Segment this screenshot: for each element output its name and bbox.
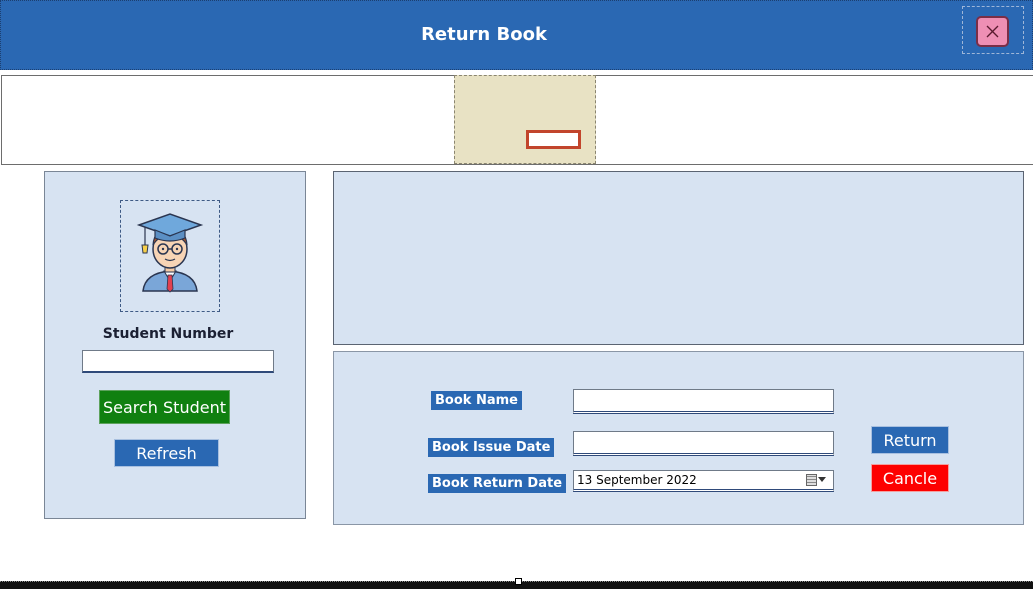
- book-return-date-label: Book Return Date: [428, 474, 567, 493]
- return-date-value: 13 September 2022: [577, 473, 697, 487]
- student-number-label: Student Number: [102, 326, 234, 342]
- book-name-label: Book Name: [431, 391, 522, 410]
- book-return-date-picker[interactable]: 13 September 2022: [573, 470, 834, 492]
- student-number-input[interactable]: [82, 350, 274, 373]
- calendar-icon[interactable]: [806, 474, 817, 486]
- search-student-button[interactable]: Search Student: [99, 390, 230, 424]
- cancel-button[interactable]: Cancle: [871, 464, 949, 492]
- chevron-down-icon[interactable]: [818, 477, 826, 482]
- banner-picture: [454, 75, 596, 164]
- book-details-panel: [333, 171, 1024, 345]
- banner-marker: [526, 130, 581, 149]
- close-button[interactable]: [976, 16, 1009, 47]
- book-issue-date-input[interactable]: [573, 431, 834, 456]
- book-issue-date-label: Book Issue Date: [428, 438, 555, 457]
- book-name-input[interactable]: [573, 389, 834, 414]
- return-button[interactable]: Return: [871, 426, 949, 454]
- window-title: Return Book: [421, 24, 547, 45]
- avatar-frame: [120, 200, 220, 312]
- resize-handle[interactable]: [515, 578, 522, 585]
- refresh-button[interactable]: Refresh: [114, 439, 219, 467]
- graduate-avatar-icon: [136, 213, 204, 293]
- close-icon: [986, 25, 999, 38]
